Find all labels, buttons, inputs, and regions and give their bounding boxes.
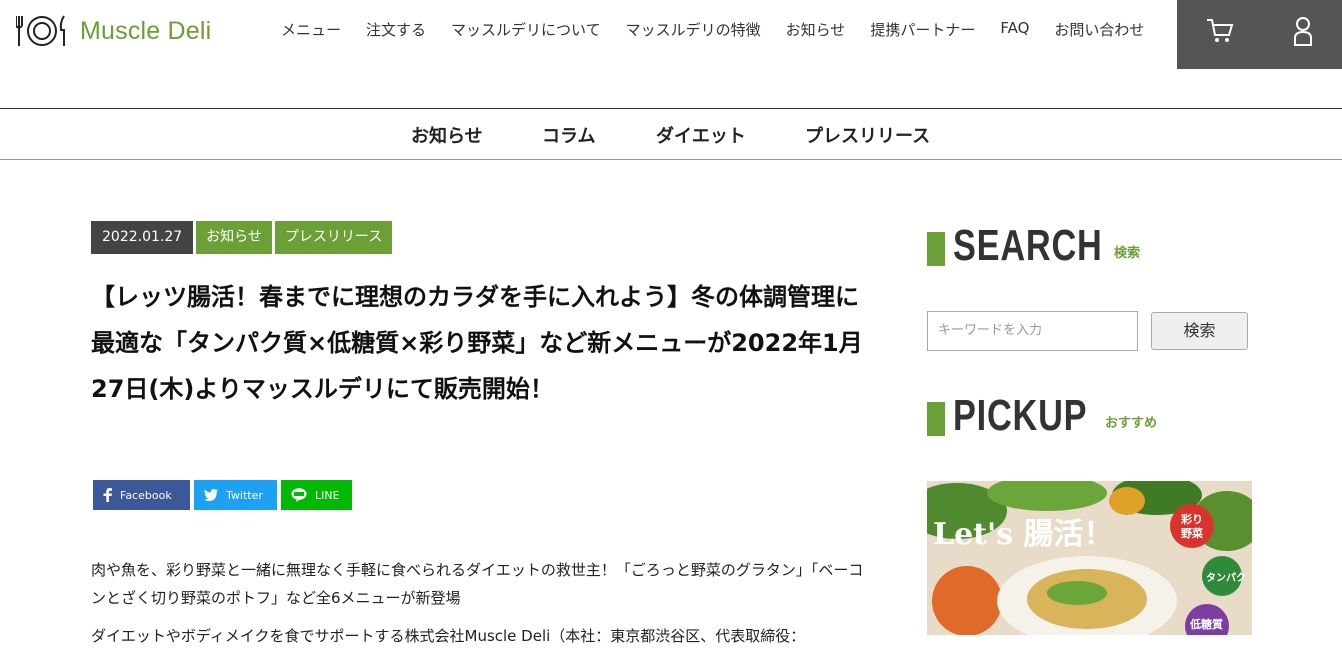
facebook-icon	[103, 488, 112, 502]
article-date: 2022.01.27	[91, 221, 194, 254]
logo[interactable]: Muscle Deli	[16, 14, 211, 48]
tag-press-release[interactable]: プレスリリース	[274, 221, 393, 254]
pickup-badge: 彩り野菜	[1181, 513, 1203, 540]
user-icon[interactable]	[1292, 15, 1314, 51]
twitter-icon	[204, 489, 218, 501]
nav-item-menu[interactable]: メニュー	[281, 19, 341, 40]
heading-accent-bar	[927, 402, 945, 436]
search-button[interactable]: 検索	[1151, 312, 1248, 350]
nav-item-about[interactable]: マッスルデリについて	[451, 19, 601, 40]
line-share-button[interactable]: LINE	[281, 480, 352, 510]
category-tab-diet[interactable]: ダイエット	[656, 122, 746, 148]
line-label: LINE	[315, 488, 340, 502]
tag-news[interactable]: お知らせ	[196, 221, 272, 254]
article-title: 【レッツ腸活！春までに理想のカラダを手に入れよう】冬の体調管理に最適な「タンパク…	[91, 283, 863, 403]
nav-item-partners[interactable]: 提携パートナー	[870, 19, 975, 40]
search-heading-sub: 検索	[1114, 246, 1141, 261]
cart-icon[interactable]	[1205, 16, 1235, 50]
article-paragraph: 肉や魚を、彩り野菜と一緒に無理なく手軽に食べられるダイエットの救世主！「ごろっと…	[91, 561, 864, 607]
article-paragraph: ダイエットやボディメイクを食でサポートする株式会社Muscle Deli（本社：…	[91, 627, 806, 645]
twitter-label: Twitter	[226, 488, 263, 502]
nav-item-faq[interactable]: FAQ	[1000, 19, 1029, 40]
account-box	[1177, 0, 1342, 69]
pickup-article-image[interactable]: Let's 腸活！ 彩り野菜 タンパク 低糖質	[927, 481, 1252, 635]
pickup-image-headline: Let's 腸活！	[933, 517, 1114, 552]
search-input[interactable]: キーワードを入力	[927, 311, 1138, 351]
twitter-share-button[interactable]: Twitter	[194, 480, 277, 510]
nav-item-news[interactable]: お知らせ	[786, 19, 846, 40]
logo-icon	[16, 15, 65, 46]
category-tab-column[interactable]: コラム	[542, 122, 595, 148]
pickup-badge: 低糖質	[1190, 618, 1223, 631]
nav-item-contact[interactable]: お問い合わせ	[1054, 19, 1144, 40]
logo-text: Muscle Deli	[80, 16, 212, 45]
category-nav: お知らせ コラム ダイエット プレスリリース	[0, 108, 1342, 160]
facebook-share-button[interactable]: Facebook	[93, 480, 190, 510]
pickup-heading-sub: おすすめ	[1105, 416, 1158, 431]
site-header: Muscle Deli メニュー 注文する マッスルデリについて マッスルデリの…	[0, 0, 1342, 69]
heading-accent-bar	[927, 232, 945, 266]
pickup-image-illustration	[927, 481, 1252, 635]
main-nav: メニュー 注文する マッスルデリについて マッスルデリの特徴 お知らせ 提携パー…	[281, 19, 1169, 40]
nav-item-order[interactable]: 注文する	[366, 19, 426, 40]
pickup-heading: PICKUP	[927, 391, 1125, 440]
article-meta: 2022.01.27 お知らせ プレスリリース	[91, 221, 393, 254]
search-heading: SEARCH	[927, 221, 1145, 270]
pickup-badge: タンパク	[1206, 573, 1246, 584]
pickup-heading-title: PICKUP	[953, 391, 1088, 440]
category-tab-press[interactable]: プレスリリース	[805, 122, 930, 148]
article-body: 肉や魚を、彩り野菜と一緒に無理なく手軽に食べられるダイエットの救世主！「ごろっと…	[91, 556, 871, 650]
category-tab-news[interactable]: お知らせ	[411, 122, 483, 148]
share-buttons: Facebook Twitter LINE	[93, 480, 356, 510]
nav-item-features[interactable]: マッスルデリの特徴	[626, 19, 761, 40]
facebook-label: Facebook	[120, 488, 172, 502]
line-icon	[291, 488, 307, 502]
search-heading-title: SEARCH	[953, 221, 1103, 270]
